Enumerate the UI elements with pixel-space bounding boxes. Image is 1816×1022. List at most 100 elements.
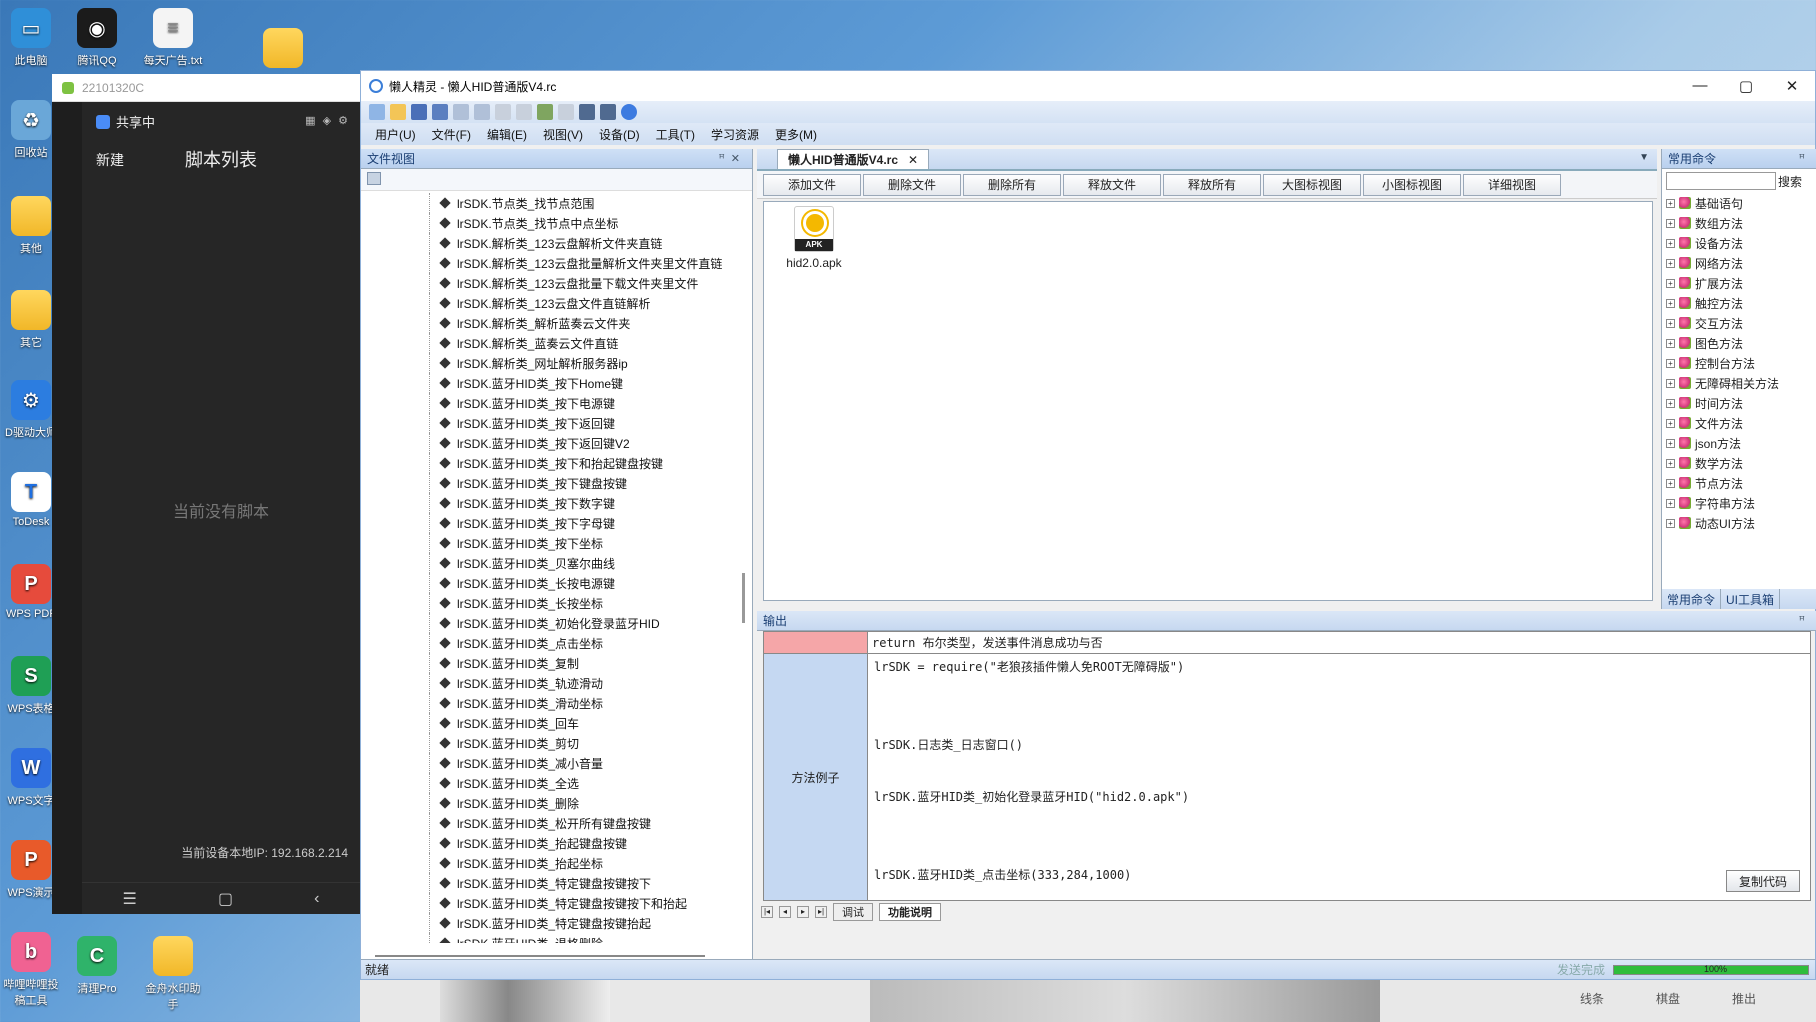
tree-item[interactable]: lrSDK.蓝牙HID类_复制 [361,653,741,673]
window-thumbnail[interactable] [870,980,1380,1022]
release-file-button[interactable]: 释放文件 [1063,173,1161,196]
tree-item[interactable]: lrSDK.蓝牙HID类_退格删除 [361,933,741,943]
large-icon-view-button[interactable]: 大图标视图 [1263,173,1361,196]
expand-icon[interactable]: + [1666,238,1675,248]
desktop-icon-qq[interactable]: ◉ 腾讯QQ [66,8,128,68]
tree-item[interactable]: lrSDK.蓝牙HID类_点击坐标 [361,633,741,653]
close-icon[interactable]: ✕ [1769,77,1815,95]
capture-icon[interactable] [579,104,595,120]
bottom-label[interactable]: 棋盘 [1656,990,1680,1007]
collapse-icon[interactable] [367,172,381,185]
pane-pin-icon[interactable]: ꟸ [1799,614,1811,627]
prev-page-icon[interactable]: ◂ [779,906,791,918]
tree-item[interactable]: lrSDK.蓝牙HID类_轨迹滑动 [361,673,741,693]
tree-item[interactable]: lrSDK.蓝牙HID类_贝塞尔曲线 [361,553,741,573]
menu-nav-icon[interactable]: ☰ [123,889,137,909]
save-all-icon[interactable] [432,104,448,120]
tree-hscrollbar[interactable] [375,955,705,957]
panel-icon[interactable] [558,104,574,120]
expand-icon[interactable]: + [1666,358,1675,368]
command-category[interactable]: + 数学方法 [1666,453,1816,473]
tree-item[interactable]: lrSDK.蓝牙HID类_减小音量 [361,753,741,773]
command-category[interactable]: + 数组方法 [1666,213,1816,233]
desktop-icon-folder[interactable] [252,28,314,72]
doc-tab-active[interactable]: 懒人HID普通版V4.rc ✕ [777,149,930,169]
command-category[interactable]: + 时间方法 [1666,393,1816,413]
command-category[interactable]: + json方法 [1666,433,1816,453]
commands-search-button[interactable]: 搜索 [1778,173,1802,190]
tree-scrollbar[interactable] [740,193,748,943]
expand-icon[interactable]: + [1666,478,1675,488]
expand-icon[interactable]: + [1666,458,1675,468]
command-category[interactable]: + 节点方法 [1666,473,1816,493]
command-category[interactable]: + 控制台方法 [1666,353,1816,373]
redo-icon[interactable] [474,104,490,120]
detail-view-button[interactable]: 详细视图 [1463,173,1561,196]
tab-close-icon[interactable]: ✕ [908,153,918,167]
command-category[interactable]: + 扩展方法 [1666,273,1816,293]
command-category[interactable]: + 字符串方法 [1666,493,1816,513]
tree-item[interactable]: lrSDK.节点类_找节点中点坐标 [361,213,741,233]
tree-item[interactable]: lrSDK.蓝牙HID类_抬起坐标 [361,853,741,873]
expand-icon[interactable]: + [1666,438,1675,448]
delete-all-button[interactable]: 删除所有 [963,173,1061,196]
command-category[interactable]: + 文件方法 [1666,413,1816,433]
tree-item[interactable]: lrSDK.解析类_网址解析服务器ip [361,353,741,373]
expand-icon[interactable]: + [1666,418,1675,428]
tree-item[interactable]: lrSDK.蓝牙HID类_按下返回键 [361,413,741,433]
chevron-down-icon[interactable]: ▼ [1639,152,1649,163]
tree-item[interactable]: lrSDK.蓝牙HID类_按下键盘按键 [361,473,741,493]
help-icon[interactable] [621,104,637,120]
tab-ui-toolbox[interactable]: UI工具箱 [1721,589,1781,609]
tree-item[interactable]: lrSDK.蓝牙HID类_特定键盘按键按下 [361,873,741,893]
expand-icon[interactable]: + [1666,278,1675,288]
tree-item[interactable]: lrSDK.蓝牙HID类_特定键盘按键按下和抬起 [361,893,741,913]
next-page-icon[interactable]: ▸ [797,906,809,918]
desktop-icon-bilibili[interactable]: b 哔哩哔哩投稿工具 [0,932,62,1008]
expand-icon[interactable]: + [1666,318,1675,328]
menu-learn[interactable]: 学习资源 [711,126,759,143]
tree-item[interactable]: lrSDK.蓝牙HID类_按下坐标 [361,533,741,553]
undo-icon[interactable] [453,104,469,120]
expand-icon[interactable]: + [1666,398,1675,408]
desktop-icon-this-pc[interactable]: ▭ 此电脑 [0,8,62,68]
tree-item[interactable]: lrSDK.节点类_找节点范围 [361,193,741,213]
desktop-icon-watermark[interactable]: 金舟水印助手 [142,936,204,1012]
tree-item[interactable]: lrSDK.解析类_123云盘批量下载文件夹里文件 [361,273,741,293]
tree-item[interactable]: lrSDK.解析类_123云盘批量解析文件夹里文件直链 [361,253,741,273]
tree-item[interactable]: lrSDK.蓝牙HID类_滑动坐标 [361,693,741,713]
copy-code-button[interactable]: 复制代码 [1726,870,1800,892]
expand-icon[interactable]: + [1666,338,1675,348]
apk-file-item[interactable]: APK hid2.0.apk [778,206,850,270]
tree-item[interactable]: lrSDK.蓝牙HID类_长按电源键 [361,573,741,593]
delete-file-button[interactable]: 删除文件 [863,173,961,196]
bottom-label[interactable]: 线条 [1580,990,1604,1007]
expand-icon[interactable]: + [1666,218,1675,228]
minimize-icon[interactable]: — [1677,77,1723,95]
first-page-icon[interactable]: |◂ [761,906,773,918]
desktop-icon-cleanpro[interactable]: C 清理Pro [66,936,128,996]
back-nav-icon[interactable]: ‹ [314,890,319,908]
window-thumbnail[interactable] [440,980,610,1022]
command-category[interactable]: + 触控方法 [1666,293,1816,313]
tree-item[interactable]: lrSDK.蓝牙HID类_松开所有键盘按键 [361,813,741,833]
expand-icon[interactable]: + [1666,258,1675,268]
tree-item[interactable]: lrSDK.蓝牙HID类_回车 [361,713,741,733]
tree-item[interactable]: lrSDK.蓝牙HID类_长按坐标 [361,593,741,613]
tab-debug[interactable]: 调试 [833,903,873,921]
menu-edit[interactable]: 编辑(E) [487,126,527,143]
menu-view[interactable]: 视图(V) [543,126,583,143]
expand-icon[interactable]: + [1666,498,1675,508]
new-file-icon[interactable] [369,104,385,120]
command-category[interactable]: + 基础语句 [1666,193,1816,213]
tree-item[interactable]: lrSDK.蓝牙HID类_按下字母键 [361,513,741,533]
tree-item[interactable]: lrSDK.蓝牙HID类_按下返回键V2 [361,433,741,453]
copy-icon[interactable] [516,104,532,120]
tree-item[interactable]: lrSDK.蓝牙HID类_抬起键盘按键 [361,833,741,853]
open-folder-icon[interactable] [390,104,406,120]
ide-titlebar[interactable]: 懒人精灵 - 懒人HID普通版V4.rc — ▢ ✕ [361,71,1815,101]
last-page-icon[interactable]: ▸| [815,906,827,918]
bottom-label[interactable]: 推出 [1732,990,1756,1007]
tab-common-commands[interactable]: 常用命令 [1662,589,1722,609]
tree-item[interactable]: lrSDK.蓝牙HID类_按下数字键 [361,493,741,513]
